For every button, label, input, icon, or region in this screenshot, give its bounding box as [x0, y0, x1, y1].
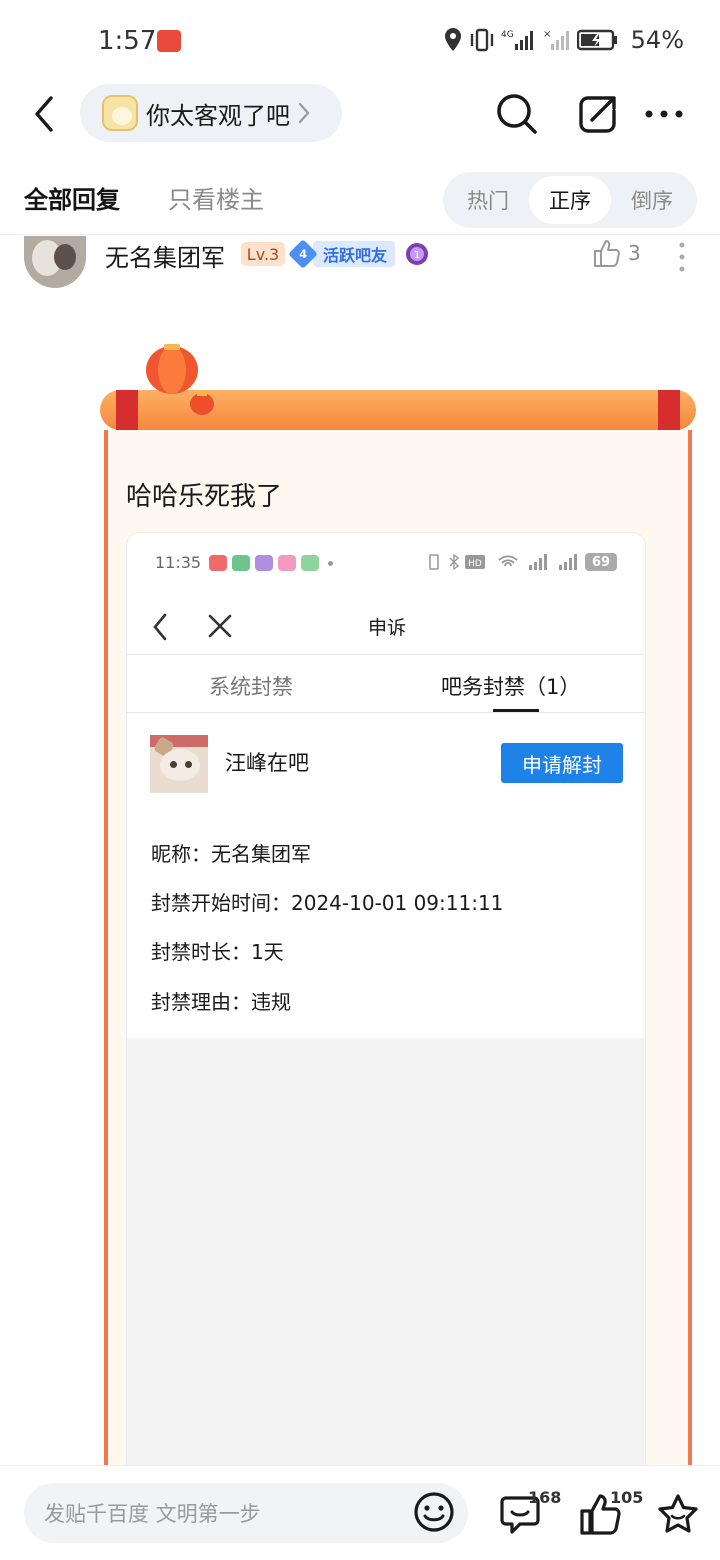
- level-badge: Lv.3: [241, 242, 285, 266]
- post-text: 哈哈乐死我了: [126, 482, 283, 512]
- post-header: 无名集团军 Lv.3 4 活跃吧友 1 3: [0, 236, 720, 292]
- screenshot-content: 11:35 HD 69 申诉 系统封禁 吧务封禁（1） 汪峰在吧 申请解封 昵称…: [127, 533, 645, 1038]
- comment-count: 168: [528, 1488, 562, 1507]
- screenshot-battery: 69: [585, 553, 617, 571]
- screenshot-nav: 申诉: [127, 599, 645, 655]
- more-vertical-icon[interactable]: [672, 240, 692, 274]
- screenshot-time: 11:35: [155, 553, 202, 572]
- svg-text:1: 1: [414, 250, 420, 261]
- author-name[interactable]: 无名集团军: [105, 238, 225, 273]
- emoji-icon[interactable]: [412, 1490, 456, 1534]
- signal-noservice-icon: ×: [543, 29, 569, 50]
- reply-input[interactable]: 发贴千百度 文明第一步: [24, 1483, 468, 1543]
- avatar[interactable]: [24, 236, 86, 288]
- divider: [0, 234, 720, 235]
- chevron-right-icon: [298, 102, 310, 124]
- bottom-bar: 发贴千百度 文明第一步 168 105: [0, 1465, 720, 1560]
- screenshot-tab-forum: 吧务封禁（1）: [441, 675, 581, 699]
- screenshot-ban-reason: 封禁理由：违规: [151, 990, 291, 1014]
- sort-hot[interactable]: 热门: [447, 176, 529, 224]
- reply-filter-row: 全部回复 只看楼主 热门 正序 倒序: [0, 172, 720, 230]
- sort-ascending[interactable]: 正序: [529, 176, 611, 224]
- like-button[interactable]: 3: [592, 238, 641, 268]
- screenshot-tab-indicator: [493, 709, 539, 712]
- forum-name: 你太客观了吧: [146, 101, 290, 130]
- forum-avatar: [102, 95, 138, 131]
- nav-bar: 你太客观了吧: [0, 84, 720, 144]
- like-total-count: 105: [610, 1488, 644, 1507]
- share-button[interactable]: [572, 88, 624, 140]
- screenshot-tabs: 系统封禁 吧务封禁（1）: [127, 655, 645, 713]
- more-horizontal-icon: [645, 110, 683, 118]
- screenshot-status-icons: HD 69: [425, 553, 617, 571]
- search-icon: [497, 94, 537, 134]
- tab-all-replies[interactable]: 全部回复: [24, 180, 120, 215]
- screenshot-ban-start: 封禁开始时间：2024-10-01 09:11:11: [151, 891, 504, 915]
- screenshot-forum-name: 汪峰在吧: [225, 751, 309, 775]
- location-icon: [444, 28, 461, 51]
- sort-toggle: 热门 正序 倒序: [443, 172, 697, 228]
- signal-4g-icon: 4G: [501, 30, 533, 50]
- screenshot-ban-duration: 封禁时长：1天: [151, 940, 284, 964]
- screenshot-tab-system: 系统封禁: [209, 675, 293, 699]
- battery-percent: 54%: [630, 26, 684, 54]
- post-image[interactable]: 11:35 HD 69 申诉 系统封禁 吧务封禁（1） 汪峰在吧 申请解封 昵称…: [126, 532, 646, 1470]
- active-member-label: 活跃吧友: [313, 241, 396, 267]
- lantern-icon: [146, 344, 214, 415]
- svg-text:×: ×: [543, 29, 551, 40]
- screenshot-notification-icons: [209, 555, 333, 571]
- screenshot-unban-button: 申请解封: [501, 743, 623, 783]
- huawei-store-icon: [157, 30, 181, 52]
- status-icons: 4G × 54%: [443, 26, 684, 54]
- screenshot-nickname: 昵称：无名集团军: [151, 842, 311, 866]
- active-member-badge: 4 活跃吧友: [288, 239, 396, 269]
- back-button[interactable]: [22, 90, 66, 138]
- screenshot-forum-image: [150, 735, 208, 793]
- status-time: 1:57: [98, 26, 157, 56]
- sort-descending[interactable]: 倒序: [611, 176, 693, 224]
- like-count: 3: [628, 241, 641, 265]
- medal-icon: 1: [406, 243, 428, 265]
- battery-charging-icon: [576, 29, 617, 51]
- svg-text:4G: 4G: [501, 30, 514, 40]
- svg-text:HD: HD: [468, 559, 482, 569]
- tab-op-only[interactable]: 只看楼主: [168, 180, 264, 215]
- forum-entry[interactable]: 你太客观了吧: [80, 84, 342, 142]
- vibrate-icon: [470, 28, 493, 52]
- status-bar: 1:57 4G × 54%: [0, 0, 720, 84]
- chevron-left-icon: [35, 96, 53, 132]
- search-button[interactable]: [491, 88, 543, 140]
- thumbs-up-icon: [594, 240, 620, 267]
- more-button[interactable]: [638, 88, 690, 140]
- reply-input-placeholder: 发贴千百度 文明第一步: [44, 1502, 261, 1526]
- screenshot-title: 申诉: [367, 617, 406, 639]
- star-icon[interactable]: [656, 1492, 700, 1536]
- share-icon: [579, 96, 616, 133]
